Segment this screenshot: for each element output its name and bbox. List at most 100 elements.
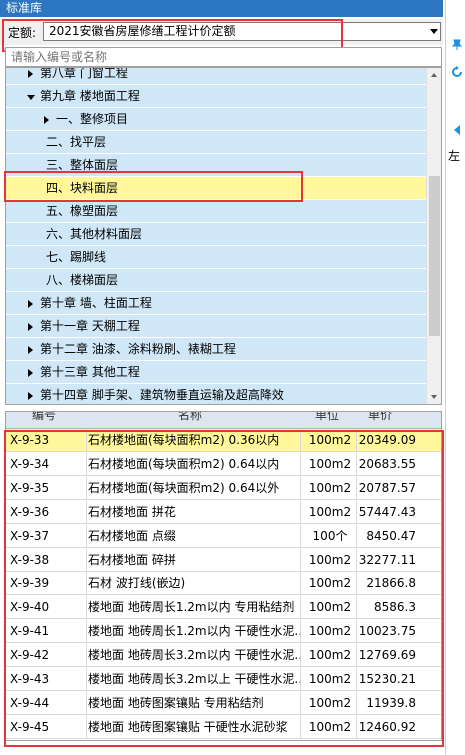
tree-item[interactable]: 五、橡塑面层 xyxy=(6,200,427,223)
tree-item[interactable]: 第十一章 天棚工程 xyxy=(6,315,427,338)
cell-price: 20683.55 xyxy=(356,452,418,476)
cell-price: 8450.47 xyxy=(356,524,418,548)
quota-selected-value: 2021安徽省房屋修缮工程计价定额 xyxy=(49,24,236,38)
tree-item[interactable]: 三、整体面层 xyxy=(6,154,427,177)
table-row[interactable]: X-9-41 楼地面 地砖周长1.2m以内 干硬性水泥... 100m2 10023.… xyxy=(6,620,441,644)
tree-item[interactable]: 六、其他材料面层 xyxy=(6,223,427,246)
header-unit[interactable]: 单位 xyxy=(315,412,339,424)
chevron-down-icon[interactable] xyxy=(430,29,438,34)
cell-name: 石材楼地面 碎拼 xyxy=(86,548,301,572)
side-label: 左 xyxy=(448,149,461,163)
collapsed-arrow-icon[interactable] xyxy=(28,346,33,354)
tree-item-label: 第十四章 脚手架、建筑物垂直运输及超高降效 xyxy=(40,388,284,402)
cell-code: X-9-39 xyxy=(10,576,50,591)
tree-item[interactable]: 八、楼梯面层 xyxy=(6,269,427,292)
cell-code: X-9-34 xyxy=(10,456,50,471)
cell-price: 11939.8 xyxy=(356,691,418,715)
panel-title: 标准库 xyxy=(0,0,443,17)
search-input[interactable] xyxy=(5,47,442,67)
standard-library-panel: 标准库 定额: 2021安徽省房屋修缮工程计价定额 第八章 门窗工程第九章 楼地… xyxy=(0,0,445,755)
scroll-down-button[interactable] xyxy=(427,389,441,404)
collapsed-arrow-icon[interactable] xyxy=(44,116,49,124)
tree-item-label: 四、块料面层 xyxy=(46,181,119,195)
cell-price: 57447.43 xyxy=(356,500,418,524)
table-row[interactable]: X-9-34 石材楼地面(每块面积m2) 0.64以内 100m2 20683.55 xyxy=(6,452,441,476)
cell-unit: 100m2 xyxy=(308,624,352,639)
header-code[interactable]: 编号 xyxy=(32,412,56,424)
tree-item[interactable]: 一、整修项目 xyxy=(6,108,427,131)
cell-code: X-9-45 xyxy=(10,719,50,734)
pin-icon[interactable] xyxy=(451,38,463,50)
tree-item[interactable]: 第十四章 脚手架、建筑物垂直运输及超高降效 xyxy=(6,384,427,404)
quota-label: 定额: xyxy=(8,26,37,40)
tree-item[interactable]: 七、踢脚线 xyxy=(6,246,427,269)
cell-unit: 100m2 xyxy=(308,672,352,686)
tree-item[interactable]: 二、找平层 xyxy=(6,131,427,154)
table-row[interactable]: X-9-40 楼地面 地砖周长1.2m以内 专用粘结剂 100m2 8586.3 xyxy=(6,596,441,620)
tree-item-label: 第十章 墙、柱面工程 xyxy=(40,296,152,310)
collapsed-arrow-icon[interactable] xyxy=(28,392,33,400)
collapsed-arrow-icon[interactable] xyxy=(28,70,33,78)
table-row[interactable]: X-9-44 楼地面 地砖图案镶贴 专用粘结剂 100m2 11939.8 xyxy=(6,691,441,715)
cell-name: 楼地面 地砖图案镶贴 专用粘结剂 xyxy=(86,691,301,715)
cell-price: 12769.69 xyxy=(356,644,418,668)
table-row[interactable]: X-9-33 石材楼地面(每块面积m2) 0.36以内 100m2 20349.09 xyxy=(6,429,441,452)
cell-price: 21866.8 xyxy=(356,572,418,596)
tree-item-label: 一、整修项目 xyxy=(56,112,129,126)
tree-item-label: 七、踢脚线 xyxy=(46,250,107,264)
header-name[interactable]: 名称 xyxy=(178,412,202,424)
tree-item[interactable]: 第十三章 其他工程 xyxy=(6,361,427,384)
collapsed-arrow-icon[interactable] xyxy=(28,369,33,377)
tree-scrollbar[interactable] xyxy=(426,68,441,404)
cell-unit: 100m2 xyxy=(308,456,352,471)
collapsed-arrow-icon[interactable] xyxy=(28,323,33,331)
table-row[interactable]: X-9-42 楼地面 地砖周长3.2m以内 干硬性水泥... 100m2 12769.… xyxy=(6,644,441,668)
cell-unit: 100m2 xyxy=(308,480,352,495)
table-header: 编号 名称 单位 单价 xyxy=(6,412,441,429)
cell-name: 楼地面 地砖周长3.2m以内 干硬性水泥... xyxy=(86,644,301,668)
cell-price: 32277.11 xyxy=(356,548,418,572)
tree-item-label: 第九章 楼地面工程 xyxy=(40,89,140,103)
cell-unit: 100m2 xyxy=(308,576,352,591)
scroll-up-button[interactable] xyxy=(427,68,441,83)
tree-item[interactable]: 第十章 墙、柱面工程 xyxy=(6,292,427,315)
quota-select[interactable]: 2021安徽省房屋修缮工程计价定额 xyxy=(43,22,441,41)
table-row[interactable]: X-9-43 楼地面 地砖周长3.2m以上 干硬性水泥... 100m2 15230.… xyxy=(6,668,441,691)
refresh-icon[interactable] xyxy=(451,66,463,78)
table-row[interactable]: X-9-45 楼地面 地砖图案镶贴 干硬性水泥砂浆 100m2 12460.92 xyxy=(6,715,441,739)
cell-name: 石材楼地面(每块面积m2) 0.64以外 xyxy=(86,476,301,500)
header-price[interactable]: 单价 xyxy=(368,412,392,424)
table-row[interactable]: X-9-38 石材楼地面 碎拼 100m2 32277.11 xyxy=(6,548,441,572)
tree-item-label: 八、楼梯面层 xyxy=(46,273,119,287)
collapse-left-icon[interactable] xyxy=(451,124,463,136)
cell-code: X-9-37 xyxy=(10,528,50,543)
tree-list: 第八章 门窗工程第九章 楼地面工程 一、整修项目二、找平层 三、整体面层四、块料面层… xyxy=(6,68,427,404)
table-row[interactable]: X-9-39 石材 波打线(嵌边) 100m2 21866.8 xyxy=(6,572,441,596)
cell-name: 石材楼地面(每块面积m2) 0.64以内 xyxy=(86,452,301,476)
cell-price: 8586.3 xyxy=(356,596,418,620)
tree-item[interactable]: 第八章 门窗工程 xyxy=(6,68,427,85)
cell-name: 石材楼地面(每块面积m2) 0.36以内 xyxy=(86,429,301,452)
tree-item-label: 第十一章 天棚工程 xyxy=(40,319,140,333)
cell-code: X-9-36 xyxy=(10,504,50,519)
cell-code: X-9-38 xyxy=(10,552,50,567)
tree-item[interactable]: 四、块料面层 xyxy=(6,177,427,200)
table-row[interactable]: X-9-35 石材楼地面(每块面积m2) 0.64以外 100m2 20787.57 xyxy=(6,476,441,500)
cell-unit: 100m2 xyxy=(308,552,352,567)
cell-unit: 100m2 xyxy=(308,433,352,447)
tree-item[interactable]: 第十二章 油漆、涂料粉刷、裱糊工程 xyxy=(6,338,427,361)
arrow-up-icon xyxy=(431,73,437,77)
table-row[interactable]: X-9-36 石材楼地面 拼花 100m2 57447.43 xyxy=(6,500,441,524)
cell-unit: 100m2 xyxy=(308,695,352,710)
expanded-arrow-icon[interactable] xyxy=(27,95,35,100)
tree-item-label: 第十三章 其他工程 xyxy=(40,365,140,379)
cell-name: 楼地面 地砖周长1.2m以内 专用粘结剂 xyxy=(86,596,301,620)
cell-name: 石材楼地面 拼花 xyxy=(86,500,301,524)
cell-name: 楼地面 地砖周长1.2m以内 干硬性水泥... xyxy=(86,620,301,644)
collapsed-arrow-icon[interactable] xyxy=(28,300,33,308)
table-row[interactable]: X-9-37 石材楼地面 点缀 100个 8450.47 xyxy=(6,524,441,548)
cell-unit: 100m2 xyxy=(308,648,352,663)
scroll-thumb[interactable] xyxy=(429,176,440,336)
cell-price: 15230.21 xyxy=(356,668,418,691)
tree-item[interactable]: 第九章 楼地面工程 xyxy=(6,85,427,108)
